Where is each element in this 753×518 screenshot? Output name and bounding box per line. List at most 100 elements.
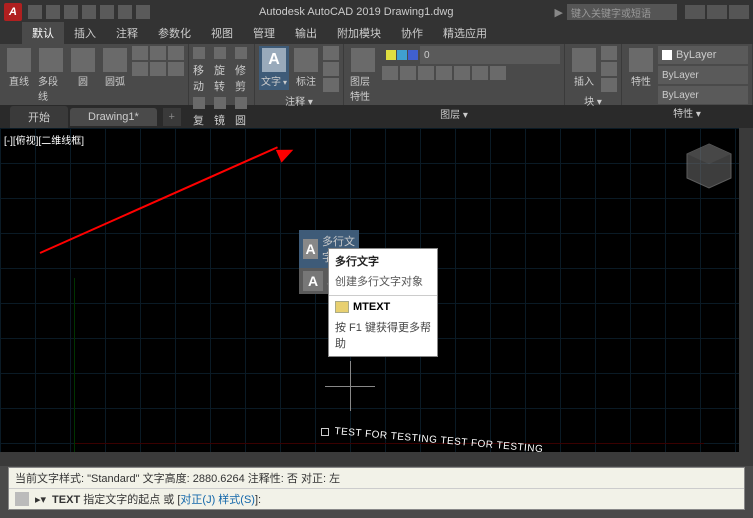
laymch-icon[interactable]: [454, 66, 470, 80]
layer-dropdown[interactable]: 0: [420, 46, 560, 64]
horizontal-scrollbar[interactable]: [0, 452, 753, 466]
tab-output[interactable]: 输出: [285, 22, 327, 44]
minimize-button[interactable]: [685, 5, 705, 19]
layprev-icon[interactable]: [472, 66, 488, 80]
rotate-button[interactable]: 旋转: [214, 46, 229, 95]
quick-access-toolbar: [28, 5, 150, 19]
polyline-icon: [39, 48, 63, 72]
viewcube[interactable]: [679, 136, 739, 196]
app-icon[interactable]: A: [4, 3, 22, 21]
table-icon[interactable]: [323, 62, 339, 76]
text-icon: A: [262, 48, 286, 72]
line-button[interactable]: 直线: [4, 46, 34, 90]
tab-default[interactable]: 默认: [22, 22, 64, 44]
layer-tools: [382, 66, 560, 80]
arc-button[interactable]: 圆弧: [100, 46, 130, 90]
hatch-icon[interactable]: [168, 46, 184, 60]
vertical-scrollbar[interactable]: [739, 128, 753, 466]
qat-open-icon[interactable]: [46, 5, 60, 19]
arc-icon: [103, 48, 127, 72]
tab-view[interactable]: 视图: [201, 22, 243, 44]
command-window[interactable]: 当前文字样式: "Standard" 文字高度: 2880.6264 注释性: …: [8, 467, 745, 510]
text-button[interactable]: A 文字: [259, 46, 289, 90]
insert-block-button[interactable]: 插入: [569, 46, 599, 90]
ribbon-tabs: 默认 插入 注释 参数化 视图 管理 输出 附加模块 协作 精选应用: [0, 24, 753, 44]
point-icon[interactable]: [150, 62, 166, 76]
command-input[interactable]: ▸▾ TEXT 指定文字的起点 或 [对正(J) 样式(S)]:: [9, 488, 744, 509]
tab-addins[interactable]: 附加模块: [327, 22, 391, 44]
dimension-button[interactable]: 标注: [291, 46, 321, 90]
move-icon: [193, 47, 205, 59]
block-more: [601, 46, 617, 92]
layoff-icon[interactable]: [382, 66, 398, 80]
panel-block: 插入 块 ▾: [565, 44, 622, 105]
polyline-button[interactable]: 多段线: [36, 46, 66, 105]
qat-plot-icon[interactable]: [100, 5, 114, 19]
tab-parametric[interactable]: 参数化: [148, 22, 201, 44]
mtext-icon: A: [303, 239, 318, 259]
lock-icon[interactable]: [408, 50, 418, 60]
tab-manage[interactable]: 管理: [243, 22, 285, 44]
qat-saveas-icon[interactable]: [82, 5, 96, 19]
copy-icon: [193, 97, 205, 109]
layer-status-icons: [386, 50, 418, 60]
tab-start[interactable]: 开始: [10, 106, 68, 128]
properties-button[interactable]: 特性: [626, 46, 656, 90]
create-block-icon[interactable]: [601, 46, 617, 60]
fillet-icon: [235, 97, 247, 109]
text-basepoint: [321, 428, 329, 436]
cloud-icon[interactable]: [323, 78, 339, 92]
freeze-icon[interactable]: [397, 50, 407, 60]
search-input[interactable]: 键入关键字或短语: [567, 4, 677, 20]
panel-prop-label[interactable]: 特性 ▾: [626, 104, 748, 121]
command-icon: [335, 301, 349, 313]
color-dropdown[interactable]: ByLayer: [658, 46, 748, 64]
tab-annotate[interactable]: 注释: [106, 22, 148, 44]
tab-insert[interactable]: 插入: [64, 22, 106, 44]
circle-button[interactable]: 圆: [68, 46, 98, 90]
insert-icon: [572, 48, 596, 72]
mirror-icon: [214, 97, 226, 109]
layiso-icon[interactable]: [400, 66, 416, 80]
tab-collab[interactable]: 协作: [391, 22, 433, 44]
qat-new-icon[interactable]: [28, 5, 42, 19]
linetype-dropdown[interactable]: ByLayer: [658, 66, 748, 84]
panel-modify: 移动 旋转 修剪 复制 镜像 圆角 拉伸 缩放 阵列 修改 ▾: [189, 44, 255, 105]
tab-featured[interactable]: 精选应用: [433, 22, 497, 44]
layfrz-icon[interactable]: [418, 66, 434, 80]
view-label[interactable]: [-][俯视][二维线框]: [4, 132, 84, 147]
trim-button[interactable]: 修剪: [235, 46, 250, 95]
laywalk-icon[interactable]: [490, 66, 506, 80]
panel-annotation: A 文字 标注 注释 ▾: [255, 44, 344, 105]
maximize-button[interactable]: [707, 5, 727, 19]
panel-draw: 直线 多段线 圆 圆弧 绘图 ▾: [0, 44, 189, 105]
attr-icon[interactable]: [601, 78, 617, 92]
annot-more: [323, 46, 339, 92]
ellipse-icon[interactable]: [150, 46, 166, 60]
tooltip-title: 多行文字: [329, 249, 437, 273]
region-icon[interactable]: [168, 62, 184, 76]
layer-stack-icon: [351, 48, 375, 72]
lineweight-dropdown[interactable]: ByLayer: [658, 86, 748, 104]
rect-icon[interactable]: [132, 46, 148, 60]
close-button[interactable]: [729, 5, 749, 19]
leader-icon[interactable]: [323, 46, 339, 60]
spline-icon[interactable]: [132, 62, 148, 76]
title-bar: A Autodesk AutoCAD 2019 Drawing1.dwg ▶ 键…: [0, 0, 753, 24]
new-tab-button[interactable]: +: [163, 108, 181, 126]
laylck-icon[interactable]: [436, 66, 452, 80]
edit-block-icon[interactable]: [601, 62, 617, 76]
qat-undo-icon[interactable]: [118, 5, 132, 19]
panel-block-label[interactable]: 块 ▾: [569, 92, 617, 109]
drawing-canvas[interactable]: [-][俯视][二维线框] TEST FOR TESTING TEST FOR …: [0, 128, 753, 466]
tab-drawing1[interactable]: Drawing1*: [70, 108, 157, 126]
layer-properties-button[interactable]: 图层特性: [348, 46, 378, 105]
qat-redo-icon[interactable]: [136, 5, 150, 19]
ribbon: 直线 多段线 圆 圆弧 绘图 ▾ 移动 旋转 修剪 复制 镜像 圆角 拉伸 缩放…: [0, 44, 753, 106]
draw-more: [132, 46, 184, 76]
move-button[interactable]: 移动: [193, 46, 208, 95]
panel-annot-label[interactable]: 注释 ▾: [259, 92, 339, 109]
qat-save-icon[interactable]: [64, 5, 78, 19]
bulb-icon[interactable]: [386, 50, 396, 60]
panel-layer-label[interactable]: 图层 ▾: [348, 105, 560, 122]
